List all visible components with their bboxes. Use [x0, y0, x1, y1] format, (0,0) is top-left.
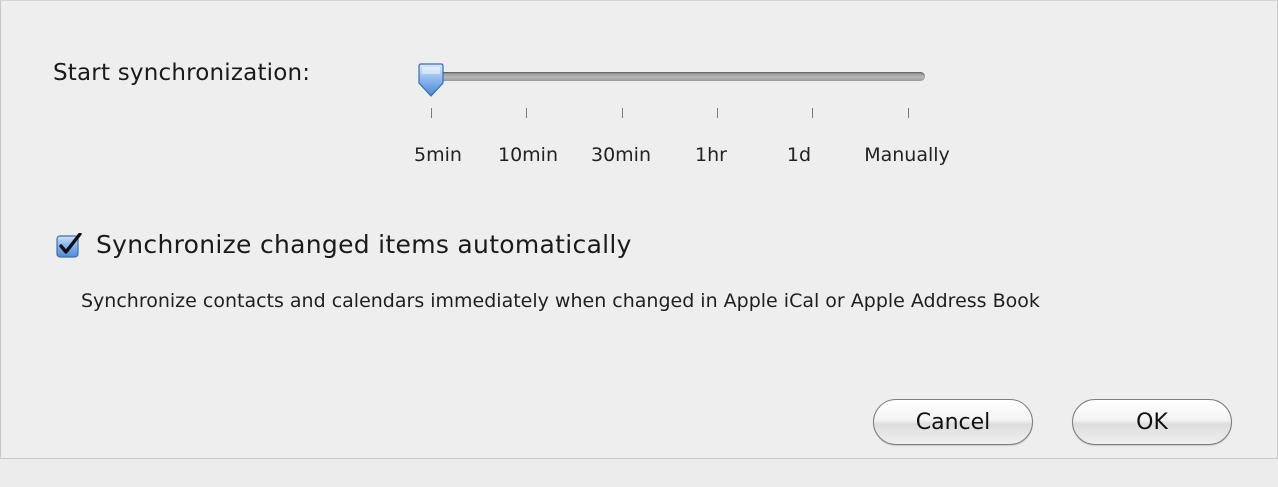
slider-tick-label-1d[interactable]: 1d [787, 144, 811, 166]
slider-tick [908, 108, 909, 118]
slider-tick-label-5min[interactable]: 5min [414, 144, 462, 166]
start-sync-label: Start synchronization: [53, 60, 311, 86]
slider-tick-label-manually[interactable]: Manually [864, 144, 950, 166]
auto-sync-description: Synchronize contacts and calendars immed… [81, 290, 1040, 312]
ok-button[interactable]: OK [1072, 399, 1232, 445]
auto-sync-label[interactable]: Synchronize changed items automatically [96, 230, 632, 259]
slider-tick [431, 108, 432, 118]
cancel-button[interactable]: Cancel [873, 399, 1033, 445]
slider-tick-label-30min[interactable]: 30min [591, 144, 651, 166]
slider-tick-label-10min[interactable]: 10min [498, 144, 558, 166]
preferences-dialog: Start synchronization: 5min 10min 30min 1hr… [0, 0, 1278, 459]
slider-tick-label-1hr[interactable]: 1hr [695, 144, 727, 166]
sync-interval-slider-track[interactable] [419, 72, 925, 81]
slider-tick [526, 108, 527, 118]
slider-tick [717, 108, 718, 118]
sync-interval-slider-thumb[interactable] [416, 63, 446, 97]
slider-tick [622, 108, 623, 118]
auto-sync-checkbox[interactable] [56, 233, 82, 259]
slider-tick [812, 108, 813, 118]
